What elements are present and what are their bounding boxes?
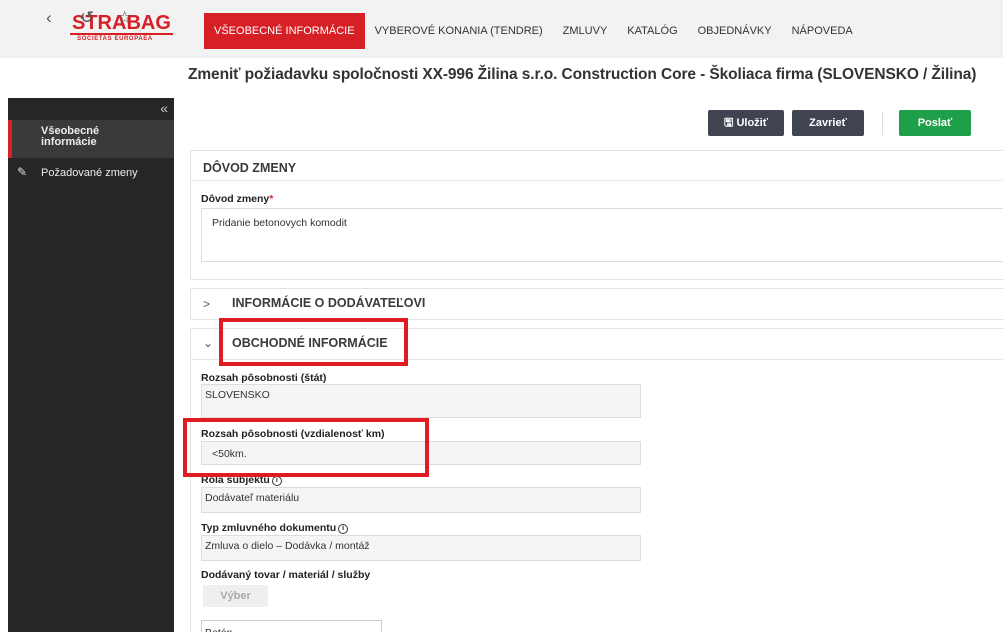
nav-orders[interactable]: OBJEDNÁVKY — [688, 13, 782, 49]
history-icon[interactable]: ↺ — [80, 9, 94, 27]
collapse-sidebar-icon[interactable]: « — [160, 100, 168, 116]
scope-country-field[interactable]: SLOVENSKO — [201, 384, 641, 418]
favorite-star-icon[interactable]: ☆ — [117, 9, 132, 27]
sidebar-item-requested-changes[interactable]: ✎ Požadované zmeny — [8, 162, 174, 184]
panel-divider — [190, 180, 1003, 181]
required-mark: * — [269, 193, 274, 205]
change-reason-textarea[interactable]: Pridanie betonovych komodit — [201, 208, 1003, 262]
page-title: Zmeniť požiadavku spoločnosti XX-996 Žil… — [188, 66, 977, 83]
info-icon[interactable]: i — [271, 476, 282, 486]
contract-type-field[interactable]: Zmluva o dielo – Dodávka / montáž — [201, 535, 641, 561]
sidebar-item-label: Všeobecné informácie — [41, 125, 100, 148]
edit-icon: ✎ — [17, 165, 28, 179]
back-icon[interactable]: ‹ — [46, 9, 52, 27]
scope-country-label: Rozsah pôsobnosti (štát) — [201, 372, 327, 384]
nav-general-info[interactable]: VŠEOBECNÉ INFORMÁCIE — [204, 13, 365, 49]
toolbar-divider — [882, 111, 883, 135]
save-button[interactable]: 🖫 Uložiť — [708, 110, 784, 136]
close-button[interactable]: Zavrieť — [792, 110, 864, 136]
sidebar-item-general-info[interactable]: Všeobecné informácie — [8, 120, 174, 158]
top-bar: STRABAG SOCIETAS EUROPAEA VŠEOBECNÉ INFO… — [0, 0, 1003, 58]
select-button[interactable]: Výber — [203, 585, 268, 607]
nav-help[interactable]: NÁPOVEDA — [782, 13, 863, 49]
sidebar: « Všeobecné informácie ✎ Požadované zmen… — [8, 98, 174, 632]
logo-subtitle: SOCIETAS EUROPAEA — [77, 36, 153, 42]
subject-role-field[interactable]: Dodávateľ materiálu — [201, 487, 641, 513]
nav-contracts[interactable]: ZMLUVY — [553, 13, 618, 49]
save-button-label: Uložiť — [736, 117, 768, 129]
main-nav: VŠEOBECNÉ INFORMÁCIE VYBEROVÉ KONANIA (T… — [204, 13, 863, 49]
selected-goods-item[interactable]: Betón — [201, 620, 382, 632]
chevron-right-icon: > — [203, 297, 211, 311]
supplier-info-panel[interactable]: > INFORMÁCIE O DODÁVATEĽOVI — [190, 288, 1003, 320]
info-icon[interactable]: i — [338, 524, 349, 534]
change-reason-title: DÔVOD ZMENY — [203, 161, 297, 175]
sidebar-item-label: Požadované zmeny — [41, 167, 138, 179]
supplier-info-title: INFORMÁCIE O DODÁVATEĽOVI — [232, 296, 426, 310]
change-reason-label: Dôvod zmeny* — [201, 193, 274, 205]
nav-catalog[interactable]: KATALÓG — [617, 13, 687, 49]
send-button[interactable]: Poslať — [899, 110, 971, 136]
highlight-box — [183, 418, 429, 477]
goods-label: Dodávaný tovar / materiál / služby — [201, 569, 371, 581]
contract-type-label: Typ zmluvného dokumentu i — [201, 522, 349, 534]
chevron-down-icon[interactable]: ⌄ — [203, 336, 213, 350]
highlight-box — [219, 318, 408, 366]
nav-tenders[interactable]: VYBEROVÉ KONANIA (TENDRE) — [365, 13, 553, 49]
active-marker — [8, 120, 12, 158]
save-icon: 🖫 — [724, 117, 737, 129]
